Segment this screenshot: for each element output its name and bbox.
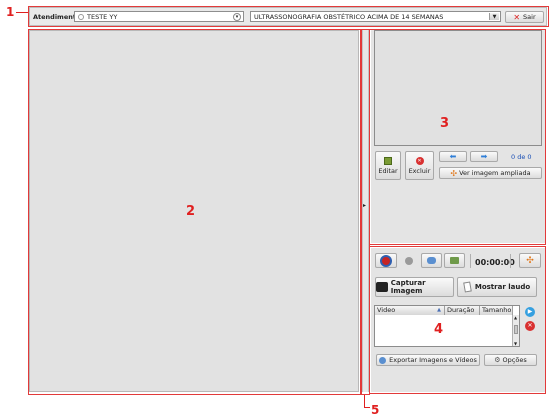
image-preview [374,30,542,146]
options-label: Opções [502,356,527,364]
edit-label: Editar [378,166,398,175]
header-label: Duração [447,306,475,314]
delete-icon: ✕ [415,156,424,165]
callout-1: 1 [6,5,15,19]
report-icon [463,281,472,293]
callout-4: 4 [434,322,444,337]
chevron-up-icon[interactable]: ▲ [514,315,517,320]
view-enlarged-button[interactable]: ✣ Ver imagem ampliada [439,167,542,179]
camera-button[interactable] [421,253,442,268]
scroll-thumb[interactable] [514,325,518,334]
export-label: Exportar Imagens e Vídeos [389,356,477,364]
show-report-button[interactable]: Mostrar laudo [457,277,537,297]
callout-1-leader [16,12,29,13]
image-counter: 0 de 0 [511,153,532,161]
camera-icon [376,282,388,292]
callout-5-leader-h [364,407,370,408]
callout-5-leader-v [364,395,365,407]
delete-label: Excluir [408,166,431,175]
capture-image-label: Capturar Imagem [390,279,426,295]
top-toolbar: Atendimento TESTE YY ▾ ULTRASSONOGRAFIA … [29,7,547,26]
table-header-video[interactable]: Video ▲ [375,306,445,315]
separator [510,254,511,268]
callout-2: 2 [186,204,196,219]
close-icon: ✕ [513,12,521,22]
header-label: Tamanho [482,306,512,314]
video-source-button[interactable] [444,253,465,268]
header-label: Video [377,306,396,314]
play-icon[interactable]: ▶ [525,307,535,317]
exit-label: Sair [523,13,536,21]
chevron-down-icon[interactable]: ▾ [233,13,241,21]
target-button[interactable]: ✣ [519,253,541,268]
edit-icon [384,156,392,165]
patient-select[interactable]: TESTE YY ▾ [74,11,244,22]
delete-video-icon[interactable]: ✕ [525,321,535,331]
record-icon [380,254,392,267]
stop-icon[interactable] [405,257,413,265]
patient-icon [78,13,84,20]
delete-button[interactable]: ✕ Excluir [405,151,434,180]
chevron-down-icon[interactable]: ▼ [489,13,499,20]
arrow-right-icon: ➡ [480,152,488,161]
exit-button[interactable]: ✕ Sair [505,11,544,23]
separator [470,254,471,268]
edit-button[interactable]: Editar [375,151,401,180]
next-image-button[interactable]: ➡ [470,151,498,162]
recording-timer: 00:00:00 [475,258,515,267]
show-report-label: Mostrar laudo [474,283,531,291]
view-enlarged-label: Ver imagem ampliada [459,169,531,177]
export-button[interactable]: Exportar Imagens e Vídeos [376,354,480,366]
exam-select[interactable]: ULTRASSONOGRAFIA OBSTÉTRICO ACIMA DE 14 … [250,11,501,22]
video-panel: 00:00:00 ✣ Capturar Imagem Mostrar laudo… [371,248,545,392]
patient-name: TESTE YY [87,12,118,21]
gear-icon: ⚙ [494,356,501,364]
crosshair-icon: ✣ [526,255,534,266]
chevron-right-icon[interactable]: ▸ [363,202,366,209]
video-table: Video ▲ Duração Tamanho ▲ ▼ [374,305,520,347]
record-button[interactable] [375,253,397,268]
crosshair-icon: ✣ [450,168,458,178]
exam-select-value: ULTRASSONOGRAFIA OBSTÉTRICO ACIMA DE 14 … [254,12,444,21]
arrow-left-icon: ⬅ [449,152,457,161]
chevron-down-icon[interactable]: ▼ [514,341,517,346]
options-button[interactable]: ⚙ Opções [484,354,537,366]
sort-asc-icon: ▲ [437,307,441,313]
callout-5: 5 [371,403,380,417]
table-header-duration[interactable]: Duração [445,306,480,315]
table-scrollbar[interactable]: ▲ ▼ [512,315,519,346]
table-header-size[interactable]: Tamanho [480,306,513,315]
export-icon [379,356,387,364]
image-panel: Editar ✕ Excluir ⬅ ➡ 0 de 0 ✣ Ver imagem… [371,30,545,243]
capture-image-button[interactable]: Capturar Imagem [375,277,454,297]
callout-3: 3 [440,116,450,131]
video-camera-icon [450,257,459,264]
previous-image-button[interactable]: ⬅ [439,151,467,162]
panel-splitter[interactable]: ▸ [362,30,369,392]
camera-icon [427,257,436,264]
